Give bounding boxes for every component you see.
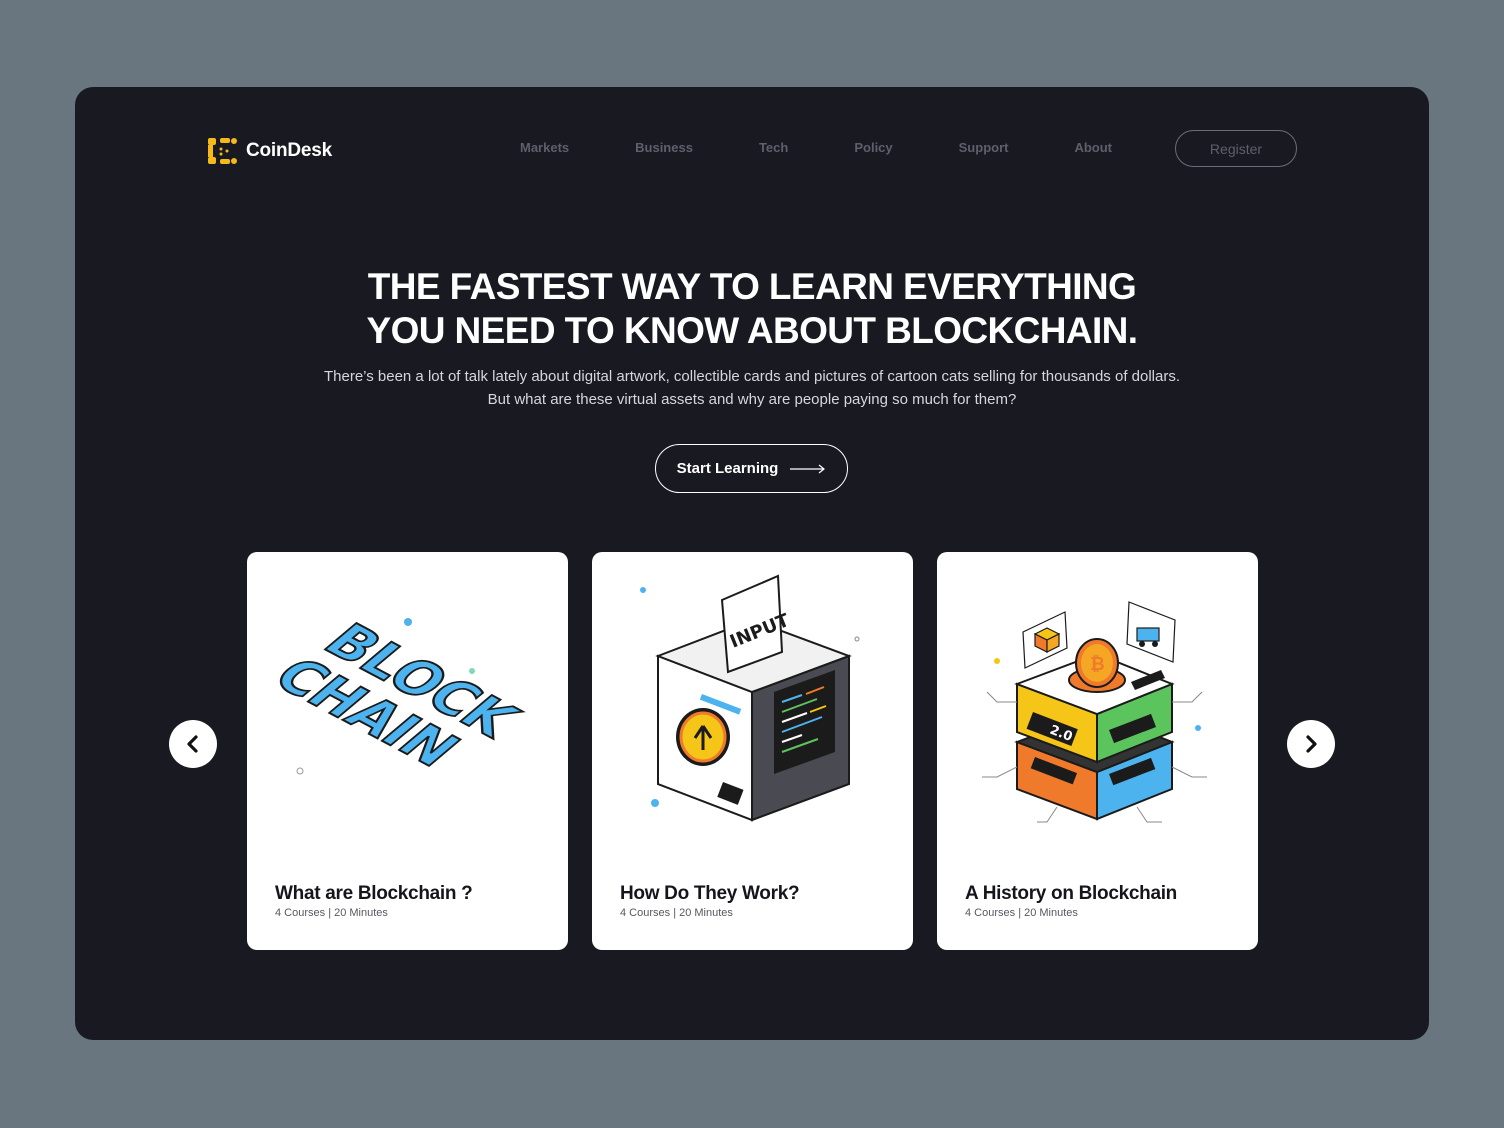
hero-title: THE FASTEST WAY TO LEARN EVERYTHING YOU … [75,265,1429,353]
nav-item-markets[interactable]: Markets [520,140,569,155]
register-button[interactable]: Register [1175,130,1297,167]
hero-title-line1: THE FASTEST WAY TO LEARN EVERYTHING [367,266,1137,307]
start-learning-label: Start Learning [676,460,779,477]
course-card-blockchain[interactable]: BLOCK CHAIN What are Blockchain ? 4 Cour… [247,552,568,950]
card-meta: 4 Courses | 20 Minutes [965,907,1078,919]
svg-text:₿: ₿ [1090,654,1105,675]
bitcoin-stack-illustration: 2.0 ₿ [982,601,1207,823]
chevron-left-icon [187,735,198,753]
card-title: What are Blockchain ? [275,883,473,904]
main-nav: Markets Business Tech Policy Support Abo… [520,140,1112,155]
hero-subtitle: There’s been a lot of talk lately about … [75,365,1429,411]
start-learning-button[interactable]: Start Learning [655,444,848,493]
course-card-how-they-work[interactable]: INPUT How Do They Work? 4 Courses | 20 M… [592,552,913,950]
hero-subtitle-line1: There’s been a lot of talk lately about … [323,368,1181,385]
card-meta: 4 Courses | 20 Minutes [275,907,388,919]
nav-item-tech[interactable]: Tech [759,140,788,155]
coindesk-logo-icon [208,138,237,164]
blockchain-3d-text-illustration: BLOCK CHAIN [259,613,535,778]
brand-name: CoinDesk [246,140,333,161]
carousel-next-button[interactable] [1287,720,1335,768]
long-arrow-right-icon [790,464,826,473]
nav-item-support[interactable]: Support [959,140,1009,155]
carousel-prev-button[interactable] [169,720,217,768]
main-frame: CoinDesk Markets Business Tech Policy Su… [75,87,1429,1040]
nav-item-policy[interactable]: Policy [854,140,892,155]
nav-item-business[interactable]: Business [635,140,693,155]
card-title: How Do They Work? [620,883,800,904]
hero-title-line2: YOU NEED TO KNOW ABOUT BLOCKCHAIN. [366,310,1139,351]
hero-subtitle-line2: But what are these virtual assets and wh… [487,391,1017,408]
chevron-right-icon [1306,735,1317,753]
input-machine-illustration: INPUT [640,574,860,822]
course-card-history[interactable]: 2.0 ₿ A History on Blockchain 4 Courses … [937,552,1258,950]
brand-logo[interactable]: CoinDesk [206,135,332,167]
card-title: A History on Blockchain [965,883,1177,904]
nav-item-about[interactable]: About [1074,140,1112,155]
card-meta: 4 Courses | 20 Minutes [620,907,733,919]
